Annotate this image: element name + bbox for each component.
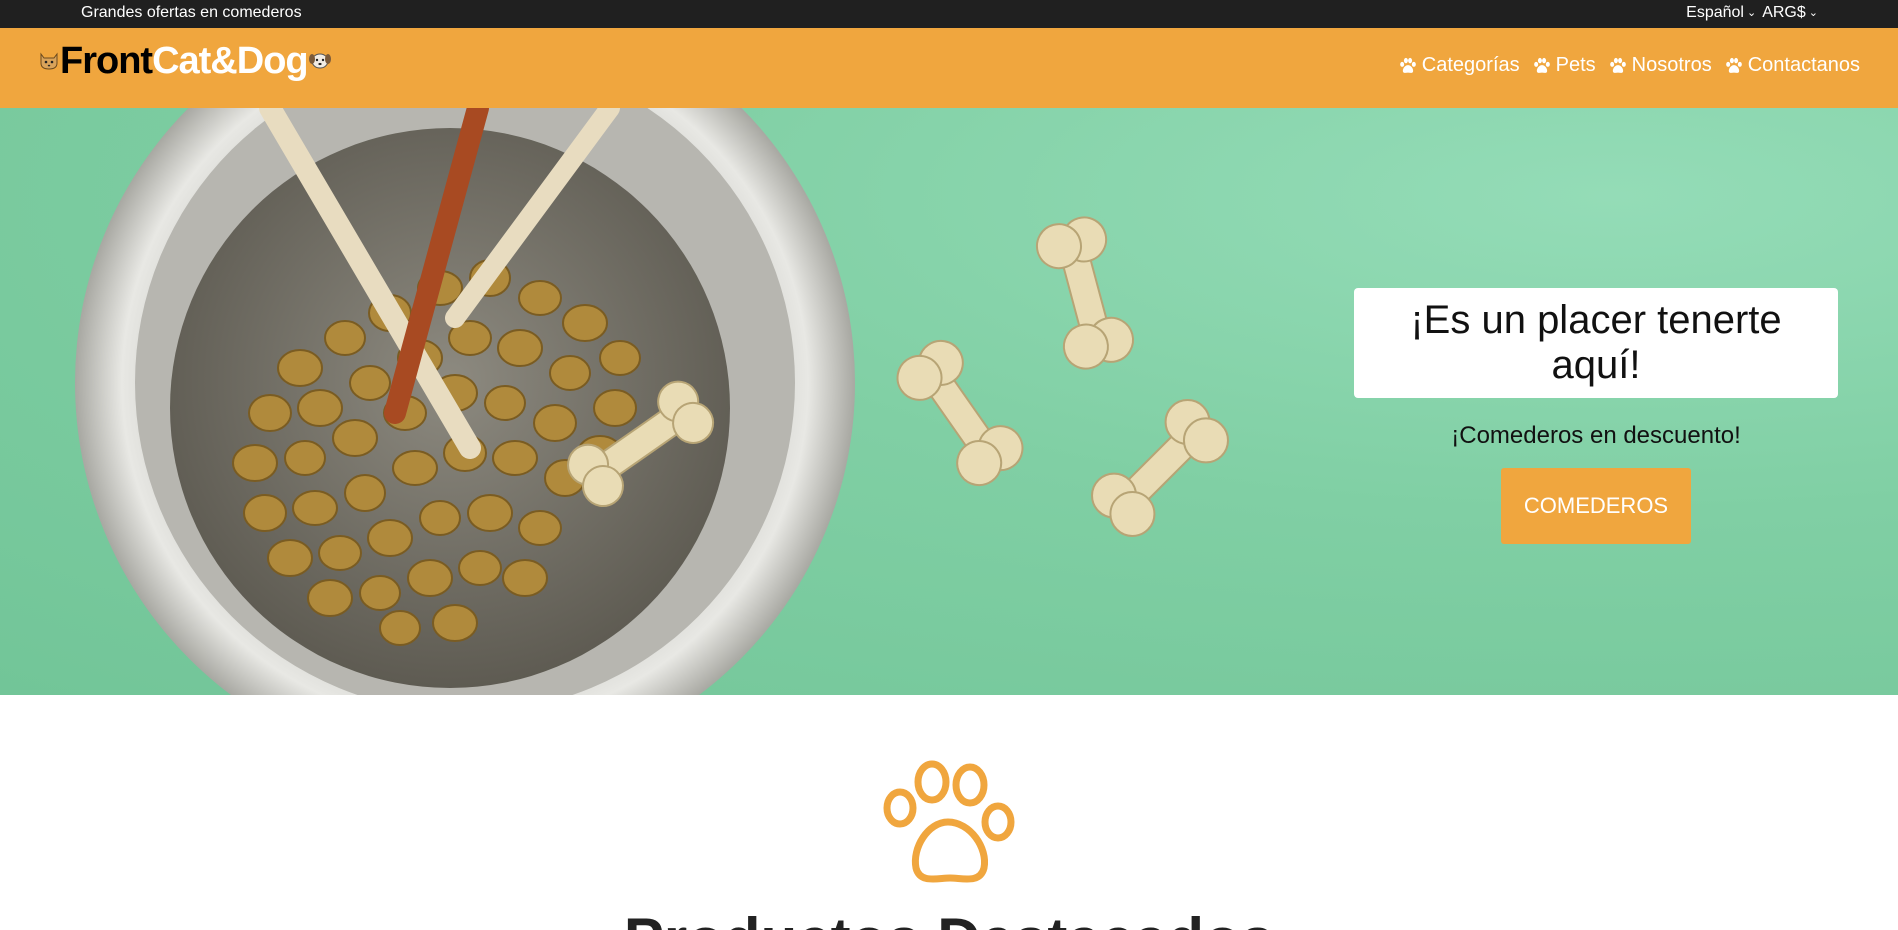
paw-icon: [1725, 57, 1742, 73]
rawhide-bone: [1035, 216, 1135, 370]
comederos-button[interactable]: COMEDEROS: [1501, 468, 1691, 544]
currency-select[interactable]: ARG$ ⌄: [1762, 4, 1818, 22]
hero-banner: ¡Es un placer tenerte aquí! ¡Comederos e…: [0, 108, 1898, 695]
chevron-down-icon: ⌄: [1808, 6, 1818, 19]
chevron-down-icon: ⌄: [1746, 6, 1757, 19]
language-select[interactable]: Español ⌄: [1686, 4, 1756, 22]
nav-item-categorias[interactable]: Categorías: [1398, 54, 1520, 77]
rawhide-bone: [1091, 399, 1229, 537]
hero-title-box: ¡Es un placer tenerte aquí!: [1354, 288, 1838, 398]
paw-icon: [1533, 57, 1550, 73]
hero-subtitle: ¡Comederos en descuento!: [1451, 422, 1741, 449]
locale-selectors: Español ⌄ ARG$ ⌄: [1686, 4, 1818, 22]
brand-name-front: Front: [60, 40, 153, 82]
promo-text: Grandes ofertas en comederos: [81, 4, 302, 21]
featured-section: Productos Destacados: [0, 695, 1898, 930]
brand-name-catdog: Cat&Dog: [152, 40, 309, 82]
paw-icon: [1609, 57, 1626, 73]
top-announcement-bar: Grandes ofertas en comederos Español ⌄ A…: [0, 0, 1898, 28]
nav-menu: Categorías Pets Nosotros Contactanos: [1398, 54, 1860, 77]
rawhide-bone: [896, 339, 1024, 487]
nav-item-label: Pets: [1555, 54, 1596, 76]
section-title: Productos Destacados: [0, 910, 1898, 930]
paw-icon: [1399, 57, 1416, 73]
nav-item-label: Contactanos: [1747, 54, 1860, 76]
nav-item-nosotros[interactable]: Nosotros: [1608, 54, 1712, 77]
brand-logo[interactable]: Front Cat&Dog: [38, 40, 331, 82]
cat-face-icon: [38, 49, 60, 74]
dog-face-icon: [308, 49, 331, 74]
main-navbar: Front Cat&Dog Categorías Pets Nosotros C…: [0, 28, 1898, 108]
hero-content: ¡Es un placer tenerte aquí! ¡Comederos e…: [1354, 288, 1838, 544]
nav-item-contactanos[interactable]: Contactanos: [1724, 54, 1860, 77]
nav-item-label: Categorías: [1421, 54, 1520, 76]
language-value: Español: [1686, 4, 1744, 21]
nav-item-label: Nosotros: [1631, 54, 1712, 76]
currency-value: ARG$: [1762, 4, 1806, 21]
paw-outline-icon: [883, 760, 1015, 883]
nav-item-pets[interactable]: Pets: [1532, 54, 1596, 77]
hero-title: ¡Es un placer tenerte aquí!: [1410, 298, 1782, 387]
